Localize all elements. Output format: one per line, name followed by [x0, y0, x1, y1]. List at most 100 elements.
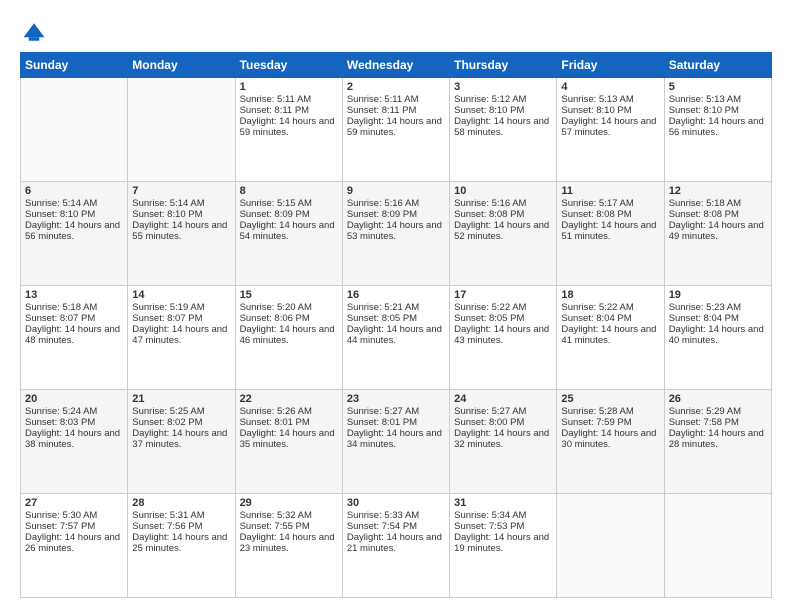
sunset-text: Sunset: 8:05 PM — [347, 313, 445, 324]
sunrise-text: Sunrise: 5:34 AM — [454, 510, 552, 521]
calendar-week-3: 13Sunrise: 5:18 AMSunset: 8:07 PMDayligh… — [21, 286, 772, 390]
daylight-text: Daylight: 14 hours and 43 minutes. — [454, 324, 552, 346]
sunset-text: Sunset: 8:10 PM — [561, 105, 659, 116]
day-number: 31 — [454, 497, 552, 509]
sunset-text: Sunset: 8:04 PM — [561, 313, 659, 324]
calendar-cell: 24Sunrise: 5:27 AMSunset: 8:00 PMDayligh… — [450, 390, 557, 494]
sunset-text: Sunset: 7:55 PM — [240, 521, 338, 532]
calendar-cell: 31Sunrise: 5:34 AMSunset: 7:53 PMDayligh… — [450, 494, 557, 598]
calendar-cell: 17Sunrise: 5:22 AMSunset: 8:05 PMDayligh… — [450, 286, 557, 390]
sunrise-text: Sunrise: 5:13 AM — [669, 94, 767, 105]
daylight-text: Daylight: 14 hours and 51 minutes. — [561, 220, 659, 242]
daylight-text: Daylight: 14 hours and 54 minutes. — [240, 220, 338, 242]
calendar-header-row: SundayMondayTuesdayWednesdayThursdayFrid… — [21, 53, 772, 78]
day-number: 20 — [25, 393, 123, 405]
sunset-text: Sunset: 7:53 PM — [454, 521, 552, 532]
sunset-text: Sunset: 8:06 PM — [240, 313, 338, 324]
calendar-cell: 27Sunrise: 5:30 AMSunset: 7:57 PMDayligh… — [21, 494, 128, 598]
sunset-text: Sunset: 7:59 PM — [561, 417, 659, 428]
sunrise-text: Sunrise: 5:21 AM — [347, 302, 445, 313]
calendar-cell: 2Sunrise: 5:11 AMSunset: 8:11 PMDaylight… — [342, 78, 449, 182]
calendar-week-1: 1Sunrise: 5:11 AMSunset: 8:11 PMDaylight… — [21, 78, 772, 182]
daylight-text: Daylight: 14 hours and 59 minutes. — [240, 116, 338, 138]
daylight-text: Daylight: 14 hours and 57 minutes. — [561, 116, 659, 138]
logo — [20, 18, 52, 46]
sunrise-text: Sunrise: 5:18 AM — [669, 198, 767, 209]
sunrise-text: Sunrise: 5:26 AM — [240, 406, 338, 417]
day-number: 15 — [240, 289, 338, 301]
sunset-text: Sunset: 8:11 PM — [240, 105, 338, 116]
daylight-text: Daylight: 14 hours and 34 minutes. — [347, 428, 445, 450]
page: SundayMondayTuesdayWednesdayThursdayFrid… — [0, 0, 792, 612]
sunrise-text: Sunrise: 5:12 AM — [454, 94, 552, 105]
day-number: 3 — [454, 81, 552, 93]
calendar-cell: 23Sunrise: 5:27 AMSunset: 8:01 PMDayligh… — [342, 390, 449, 494]
sunset-text: Sunset: 8:01 PM — [347, 417, 445, 428]
calendar-cell — [128, 78, 235, 182]
sunset-text: Sunset: 7:56 PM — [132, 521, 230, 532]
daylight-text: Daylight: 14 hours and 28 minutes. — [669, 428, 767, 450]
day-number: 13 — [25, 289, 123, 301]
sunrise-text: Sunrise: 5:13 AM — [561, 94, 659, 105]
daylight-text: Daylight: 14 hours and 52 minutes. — [454, 220, 552, 242]
daylight-text: Daylight: 14 hours and 38 minutes. — [25, 428, 123, 450]
day-number: 27 — [25, 497, 123, 509]
sunrise-text: Sunrise: 5:31 AM — [132, 510, 230, 521]
day-number: 2 — [347, 81, 445, 93]
day-number: 5 — [669, 81, 767, 93]
daylight-text: Daylight: 14 hours and 55 minutes. — [132, 220, 230, 242]
sunset-text: Sunset: 8:10 PM — [669, 105, 767, 116]
sunrise-text: Sunrise: 5:27 AM — [454, 406, 552, 417]
sunrise-text: Sunrise: 5:24 AM — [25, 406, 123, 417]
day-number: 18 — [561, 289, 659, 301]
daylight-text: Daylight: 14 hours and 56 minutes. — [25, 220, 123, 242]
weekday-header-monday: Monday — [128, 53, 235, 78]
day-number: 17 — [454, 289, 552, 301]
sunset-text: Sunset: 8:03 PM — [25, 417, 123, 428]
sunrise-text: Sunrise: 5:27 AM — [347, 406, 445, 417]
sunset-text: Sunset: 8:07 PM — [132, 313, 230, 324]
daylight-text: Daylight: 14 hours and 35 minutes. — [240, 428, 338, 450]
weekday-header-friday: Friday — [557, 53, 664, 78]
calendar-cell: 21Sunrise: 5:25 AMSunset: 8:02 PMDayligh… — [128, 390, 235, 494]
sunset-text: Sunset: 8:08 PM — [669, 209, 767, 220]
sunrise-text: Sunrise: 5:16 AM — [454, 198, 552, 209]
sunrise-text: Sunrise: 5:29 AM — [669, 406, 767, 417]
calendar-cell — [557, 494, 664, 598]
calendar-cell: 10Sunrise: 5:16 AMSunset: 8:08 PMDayligh… — [450, 182, 557, 286]
sunset-text: Sunset: 7:54 PM — [347, 521, 445, 532]
day-number: 7 — [132, 185, 230, 197]
calendar-cell: 14Sunrise: 5:19 AMSunset: 8:07 PMDayligh… — [128, 286, 235, 390]
daylight-text: Daylight: 14 hours and 46 minutes. — [240, 324, 338, 346]
calendar-cell: 28Sunrise: 5:31 AMSunset: 7:56 PMDayligh… — [128, 494, 235, 598]
sunrise-text: Sunrise: 5:33 AM — [347, 510, 445, 521]
weekday-header-tuesday: Tuesday — [235, 53, 342, 78]
daylight-text: Daylight: 14 hours and 48 minutes. — [25, 324, 123, 346]
calendar-cell: 5Sunrise: 5:13 AMSunset: 8:10 PMDaylight… — [664, 78, 771, 182]
calendar-cell: 26Sunrise: 5:29 AMSunset: 7:58 PMDayligh… — [664, 390, 771, 494]
sunrise-text: Sunrise: 5:19 AM — [132, 302, 230, 313]
sunset-text: Sunset: 8:10 PM — [25, 209, 123, 220]
calendar-week-5: 27Sunrise: 5:30 AMSunset: 7:57 PMDayligh… — [21, 494, 772, 598]
sunrise-text: Sunrise: 5:32 AM — [240, 510, 338, 521]
calendar-cell: 3Sunrise: 5:12 AMSunset: 8:10 PMDaylight… — [450, 78, 557, 182]
sunset-text: Sunset: 8:00 PM — [454, 417, 552, 428]
day-number: 30 — [347, 497, 445, 509]
sunrise-text: Sunrise: 5:28 AM — [561, 406, 659, 417]
calendar-cell: 20Sunrise: 5:24 AMSunset: 8:03 PMDayligh… — [21, 390, 128, 494]
daylight-text: Daylight: 14 hours and 26 minutes. — [25, 532, 123, 554]
sunset-text: Sunset: 8:11 PM — [347, 105, 445, 116]
day-number: 11 — [561, 185, 659, 197]
day-number: 10 — [454, 185, 552, 197]
daylight-text: Daylight: 14 hours and 49 minutes. — [669, 220, 767, 242]
day-number: 9 — [347, 185, 445, 197]
daylight-text: Daylight: 14 hours and 59 minutes. — [347, 116, 445, 138]
weekday-header-thursday: Thursday — [450, 53, 557, 78]
calendar-cell: 29Sunrise: 5:32 AMSunset: 7:55 PMDayligh… — [235, 494, 342, 598]
calendar-cell: 12Sunrise: 5:18 AMSunset: 8:08 PMDayligh… — [664, 182, 771, 286]
sunset-text: Sunset: 8:09 PM — [347, 209, 445, 220]
calendar-cell: 9Sunrise: 5:16 AMSunset: 8:09 PMDaylight… — [342, 182, 449, 286]
day-number: 24 — [454, 393, 552, 405]
calendar-week-2: 6Sunrise: 5:14 AMSunset: 8:10 PMDaylight… — [21, 182, 772, 286]
daylight-text: Daylight: 14 hours and 37 minutes. — [132, 428, 230, 450]
